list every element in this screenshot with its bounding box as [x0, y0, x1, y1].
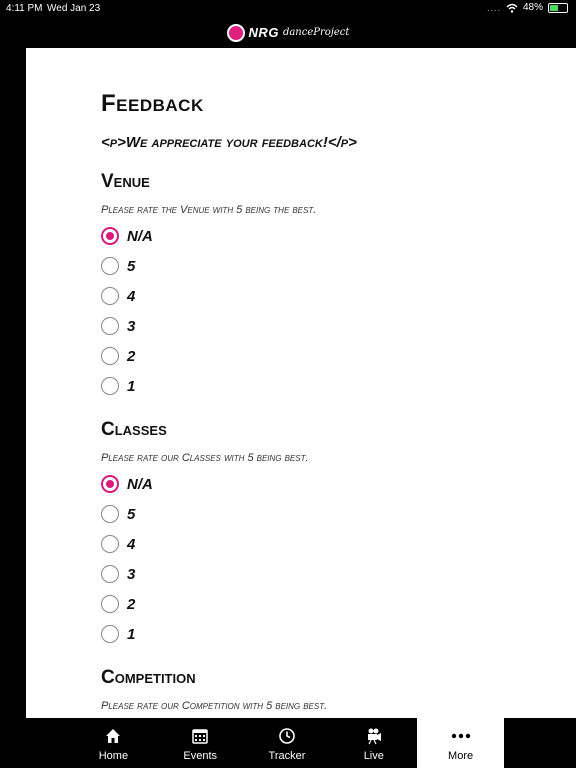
wifi-icon [506, 3, 518, 13]
battery-percent: 48% [522, 2, 543, 13]
classes-option-4[interactable]: 4 [101, 532, 135, 556]
venue-radio-na[interactable] [101, 227, 119, 245]
tab-label: More [448, 750, 474, 762]
venue-prompt: Please rate the Venue with 5 being the b… [101, 204, 317, 216]
tab-tracker[interactable]: Tracker [244, 718, 331, 768]
classes-option-label: 1 [127, 625, 136, 643]
page-title: Feedback [101, 90, 204, 117]
brand-subtitle: danceProject [282, 27, 350, 38]
status-right: .... 48% [487, 2, 568, 13]
venue-title: Venue [101, 171, 150, 192]
venue-radio-5[interactable] [101, 257, 119, 275]
venue-option-label: 3 [127, 317, 136, 335]
more-dots-icon [451, 726, 471, 746]
status-bar: 4:11 PM Wed Jan 23 .... 48% [0, 0, 576, 17]
app-header: NRG danceProject [0, 17, 576, 48]
tab-label: Live [363, 750, 384, 762]
classes-prompt: Please rate our Classes with 5 being bes… [101, 452, 309, 464]
battery-icon [548, 2, 568, 13]
tab-label: Home [98, 750, 129, 762]
venue-option-3[interactable]: 3 [101, 314, 135, 338]
page-intro: <p>We appreciate your feedback!</p> [101, 134, 357, 151]
status-date: Wed Jan 23 [47, 3, 101, 14]
tab-more[interactable]: More [417, 718, 504, 768]
classes-radio-na[interactable] [101, 475, 119, 493]
classes-radio-2[interactable] [101, 595, 119, 613]
tab-events[interactable]: Events [157, 718, 244, 768]
classes-option-label: 5 [127, 505, 136, 523]
calendar-icon [190, 726, 210, 746]
feedback-content[interactable]: Feedback <p>We appreciate your feedback!… [26, 48, 576, 718]
classes-radio-4[interactable] [101, 535, 119, 553]
venue-option-label: 1 [127, 377, 136, 395]
venue-option-na[interactable]: N/A [101, 224, 153, 248]
status-time: 4:11 PM [6, 3, 43, 14]
classes-option-label: N/A [127, 475, 153, 493]
venue-option-2[interactable]: 2 [101, 344, 135, 368]
competition-prompt: Please rate our Competition with 5 being… [101, 700, 328, 712]
venue-radio-1[interactable] [101, 377, 119, 395]
tab-home[interactable]: Home [70, 718, 157, 768]
venue-option-1[interactable]: 1 [101, 374, 135, 398]
classes-radio-5[interactable] [101, 505, 119, 523]
house-icon [103, 726, 123, 746]
classes-radio-3[interactable] [101, 565, 119, 583]
classes-option-3[interactable]: 3 [101, 562, 135, 586]
venue-option-5[interactable]: 5 [101, 254, 135, 278]
classes-option-label: 2 [127, 595, 136, 613]
competition-title: Competition [101, 667, 196, 688]
brand-name: NRG [248, 25, 279, 40]
classes-option-label: 3 [127, 565, 136, 583]
venue-option-label: 2 [127, 347, 136, 365]
venue-radio-4[interactable] [101, 287, 119, 305]
classes-option-5[interactable]: 5 [101, 502, 135, 526]
brand-logo-icon [226, 23, 245, 42]
venue-option-label: 5 [127, 257, 136, 275]
classes-title: Classes [101, 419, 167, 440]
venue-option-4[interactable]: 4 [101, 284, 135, 308]
classes-option-1[interactable]: 1 [101, 622, 135, 646]
video-camera-icon [364, 726, 384, 746]
classes-radio-1[interactable] [101, 625, 119, 643]
venue-option-label: N/A [127, 227, 153, 245]
venue-radio-3[interactable] [101, 317, 119, 335]
tab-label: Events [183, 750, 218, 762]
tab-label: Tracker [268, 750, 306, 762]
tab-live[interactable]: Live [330, 718, 417, 768]
cellular-dots: .... [486, 2, 501, 13]
classes-option-na[interactable]: N/A [101, 472, 153, 496]
venue-option-label: 4 [127, 287, 136, 305]
classes-option-label: 4 [127, 535, 136, 553]
classes-option-2[interactable]: 2 [101, 592, 135, 616]
tab-bar: Home Events Tracker Live More [70, 718, 504, 768]
clock-icon [277, 726, 297, 746]
venue-radio-2[interactable] [101, 347, 119, 365]
